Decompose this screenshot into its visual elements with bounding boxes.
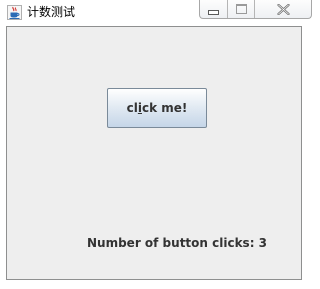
close-button[interactable] (255, 0, 311, 18)
click-me-button[interactable]: cl i ck me! (107, 88, 207, 128)
java-cup-icon[interactable] (7, 5, 22, 20)
click-counter-text: Number of button clicks: 3 (87, 236, 268, 250)
button-label-end: ck me! (141, 101, 188, 115)
title-bar[interactable]: 计数测试 (0, 0, 313, 26)
content-panel: cl i ck me! Number of button clicks: 3 (6, 26, 302, 280)
minimize-icon (208, 9, 219, 15)
minimize-button[interactable] (200, 0, 228, 18)
button-label-start: cl (126, 101, 138, 115)
window-controls (199, 0, 312, 19)
close-icon (276, 3, 290, 15)
maximize-button (228, 0, 255, 18)
app-window: 计数测试 cl i ck me! Number of button clicks: … (0, 0, 313, 289)
window-title: 计数测试 (27, 5, 76, 19)
maximize-icon (235, 4, 247, 14)
